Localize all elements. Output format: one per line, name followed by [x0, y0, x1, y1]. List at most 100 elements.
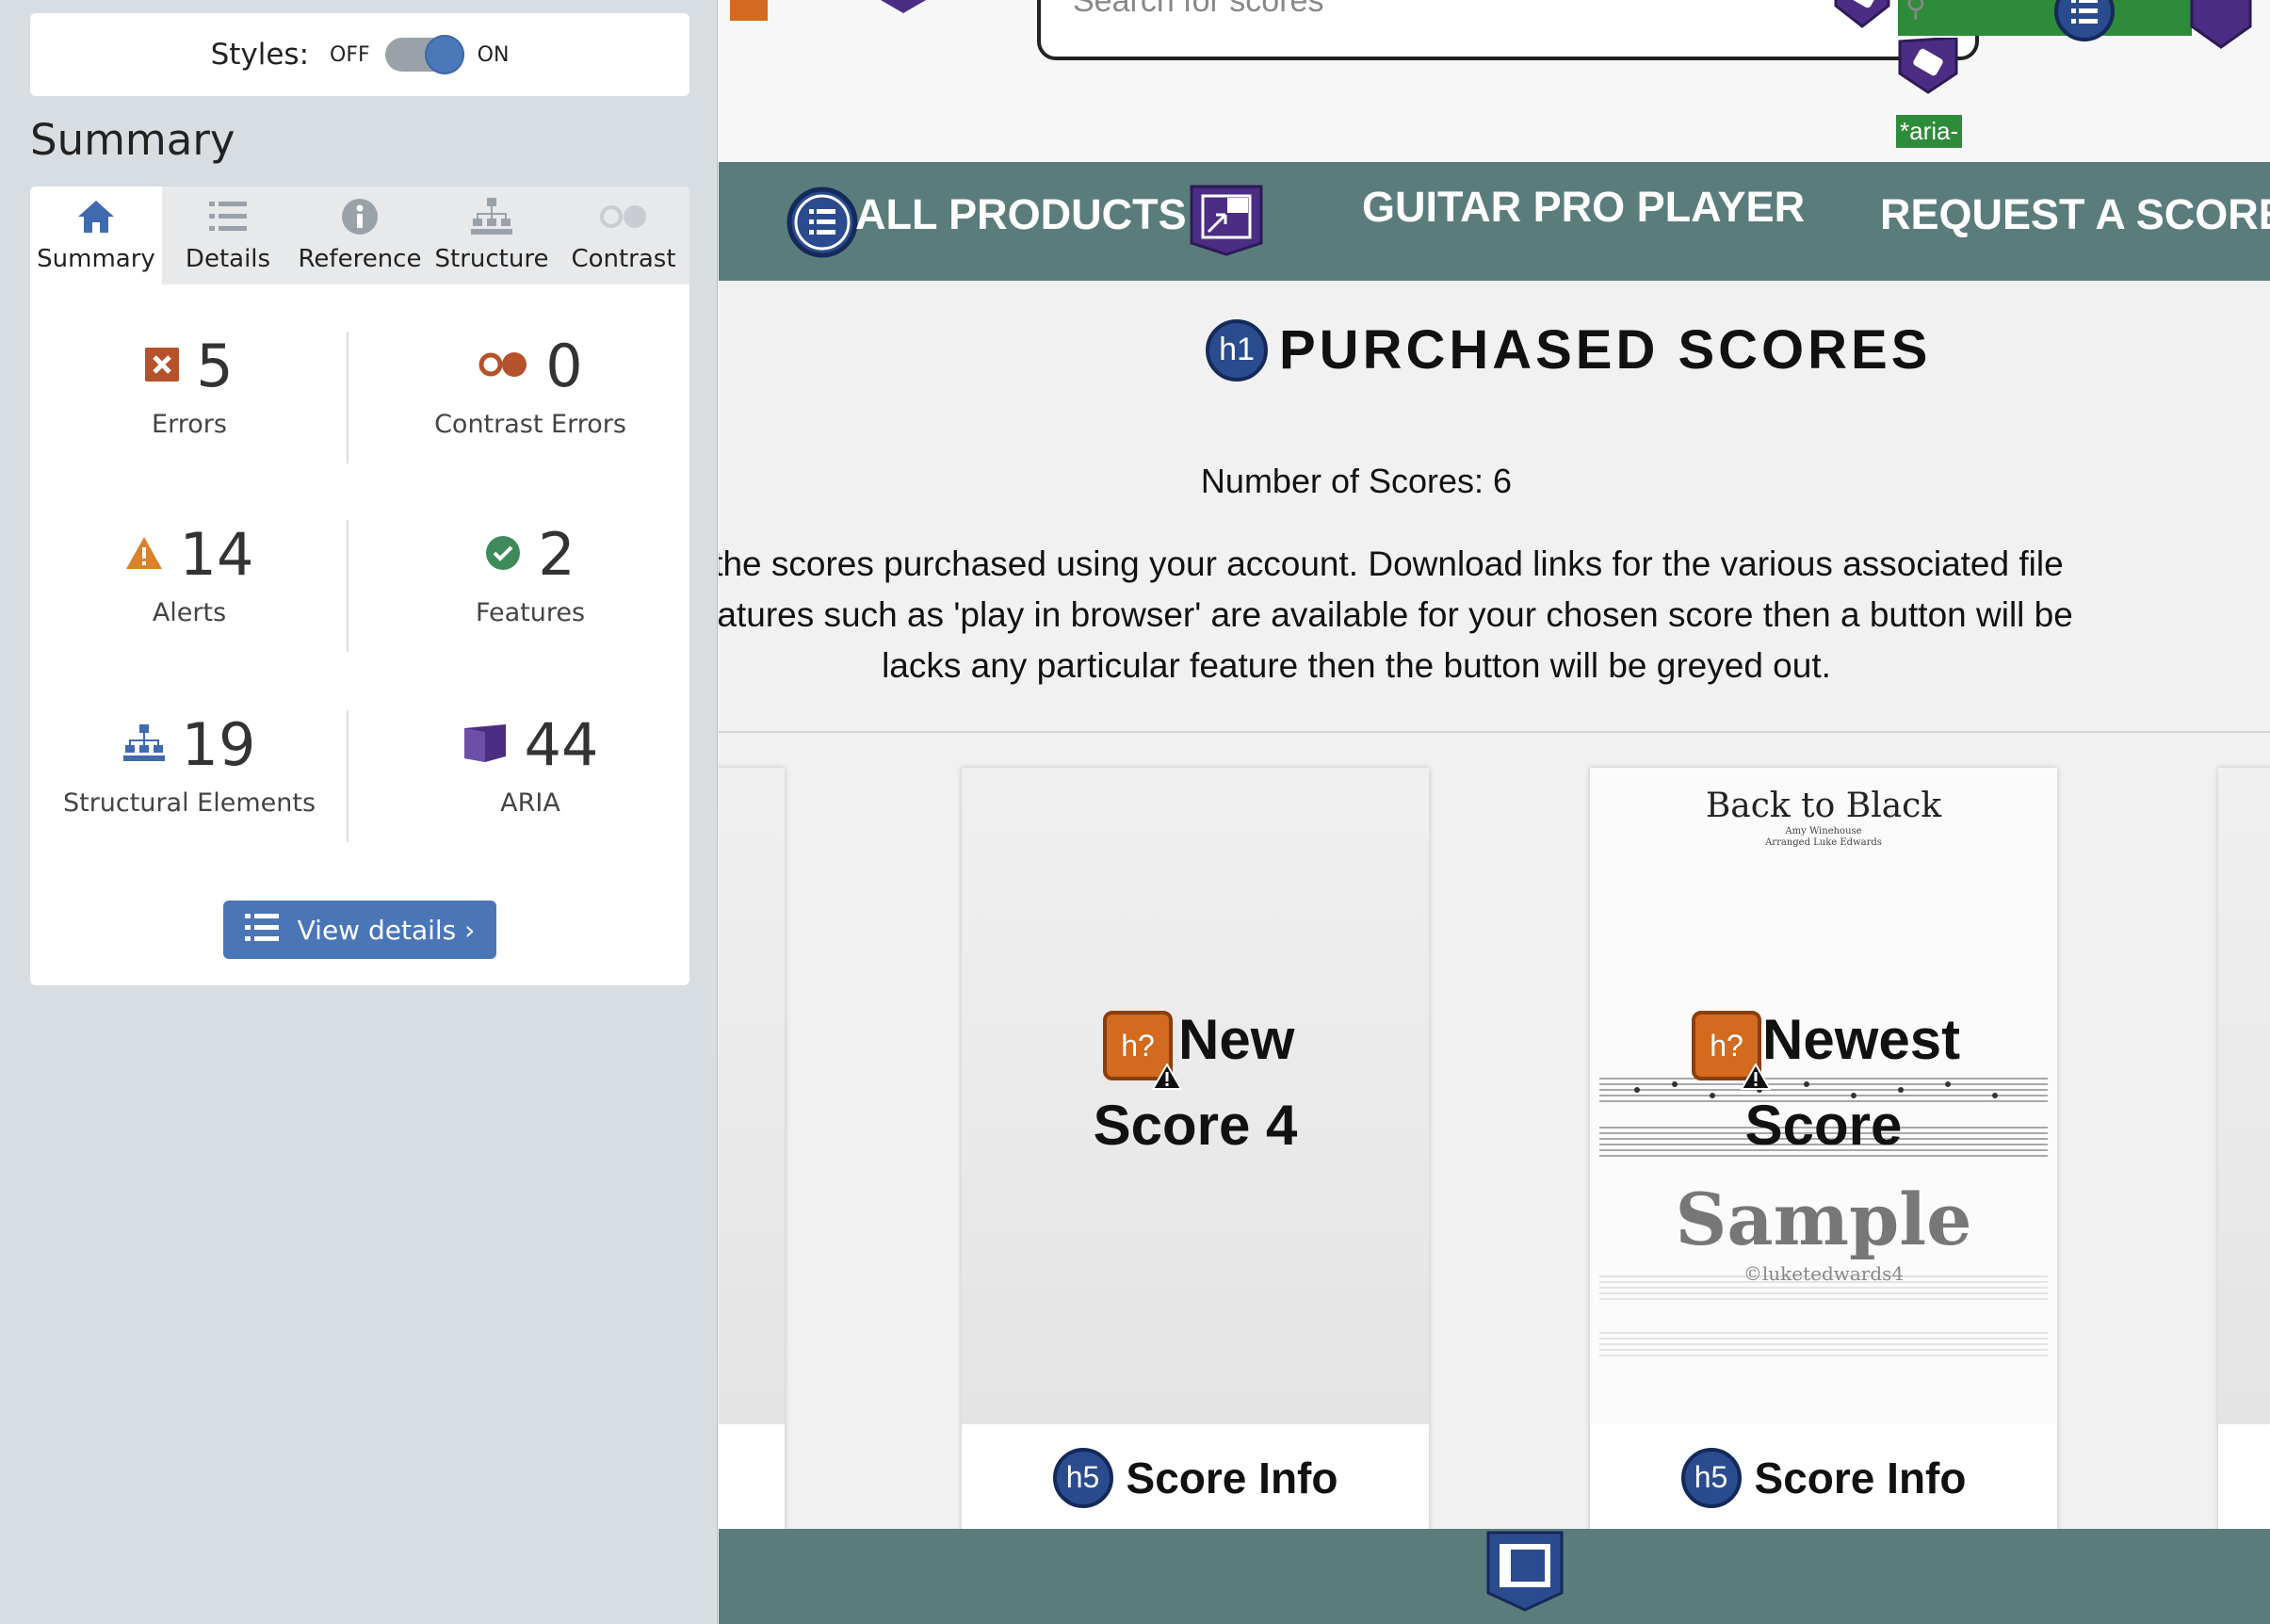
- stats-divider: [347, 520, 349, 652]
- score-card[interactable]: [2218, 768, 2270, 1531]
- tab-summary-label: Summary: [37, 245, 155, 273]
- score-card-footer: [719, 1424, 785, 1531]
- website-content: Search for scores ⚲ *aria- ALL PRODUCTS …: [719, 0, 2270, 1624]
- contrast-icon: [599, 198, 648, 235]
- stat-contrast[interactable]: 0 Contrast Errors: [375, 332, 686, 439]
- contrast-label: Contrast Errors: [434, 410, 626, 439]
- stat-errors[interactable]: 5 Errors: [34, 332, 345, 439]
- watermark-credit: ©luketedwards4: [1743, 1262, 1905, 1285]
- summary-stats: 5 Errors 0 Contrast Errors 14 Alerts 2 F…: [30, 284, 689, 897]
- card-title-line2: Score: [1744, 1094, 1903, 1157]
- toggle-off-label: OFF: [330, 42, 370, 67]
- intro-line-1: ll of the scores purchased using your ac…: [719, 544, 2064, 583]
- list-icon: [244, 912, 279, 949]
- toggle-knob[interactable]: [424, 35, 464, 74]
- sheet-composer: Amy Winehouse: [1785, 826, 1862, 836]
- structural-label: Structural Elements: [62, 788, 316, 818]
- alerts-count: 14: [179, 520, 254, 589]
- site-footer: [719, 1529, 2270, 1624]
- search-placeholder: Search for scores: [1073, 0, 1324, 19]
- home-icon: [76, 198, 116, 235]
- card-title-line1: Newest: [1762, 1008, 1961, 1071]
- error-icon: [145, 347, 180, 385]
- aria-label-tag: *aria-: [1896, 115, 1963, 148]
- alert-badge-icon: [730, 0, 768, 21]
- aria-count: 44: [524, 710, 599, 779]
- search-input[interactable]: Search for scores ⚲: [1037, 0, 2192, 60]
- sheet-arranger: Arranged Luke Edwards: [1765, 837, 1882, 848]
- view-details-button[interactable]: View details ›: [223, 901, 496, 959]
- h-alert-badge-text: h?: [1121, 1028, 1155, 1063]
- stat-alerts[interactable]: 14 Alerts: [34, 520, 345, 627]
- score-card[interactable]: h? New Score 4 h5 Score Info: [962, 768, 1429, 1531]
- number-of-scores: Number of Scores: 6: [1200, 462, 1513, 500]
- section-divider: [719, 731, 2270, 733]
- aria-tag-icon: [2188, 0, 2254, 55]
- score-card-image: [2218, 768, 2270, 1424]
- tab-details-label: Details: [185, 245, 271, 273]
- intro-line-3: lacks any particular feature then the bu…: [882, 646, 1831, 685]
- toggle-on-label: ON: [477, 42, 510, 67]
- list-icon: [209, 198, 247, 235]
- stats-divider: [347, 332, 349, 463]
- sample-watermark: Sample: [1675, 1177, 1972, 1261]
- aria-icon: [462, 723, 508, 768]
- h5-badge: h5: [1052, 1447, 1113, 1508]
- score-card[interactable]: Back to Black Amy Winehouse Arranged Luk…: [1590, 768, 2057, 1531]
- search-icon[interactable]: ⚲: [1905, 0, 1926, 24]
- styles-toggle-card: Styles: OFF ON: [30, 13, 689, 96]
- alert-icon: [125, 536, 163, 574]
- wave-sidebar: Styles: OFF ON Summary Summary Details R…: [0, 0, 718, 1624]
- aria-tag-icon: [874, 0, 932, 19]
- features-label: Features: [475, 598, 586, 627]
- score-info-link[interactable]: Score Info: [1127, 1453, 1338, 1503]
- features-count: 2: [538, 520, 576, 589]
- tab-contrast[interactable]: Contrast: [558, 187, 689, 284]
- aria-label: ARIA: [500, 788, 560, 818]
- tab-reference[interactable]: Reference: [294, 187, 426, 284]
- stat-features[interactable]: 2 Features: [375, 520, 686, 627]
- tab-structure[interactable]: Structure: [426, 187, 558, 284]
- structural-count: 19: [181, 710, 256, 779]
- main-navigation: ALL PRODUCTS GUITAR PRO PLAYER REQUEST A…: [719, 162, 2270, 281]
- score-card-footer: h5 Score Info: [1590, 1424, 2057, 1531]
- aria-tag-icon: [1896, 36, 1960, 98]
- heading-alert-badge: h?: [1103, 1011, 1182, 1090]
- styles-toggle[interactable]: [384, 35, 464, 74]
- stat-structural[interactable]: 19 Structural Elements: [34, 710, 345, 818]
- intro-line-2: . If features such as 'play in browser' …: [719, 595, 2073, 634]
- structure-stat-icon: [122, 723, 165, 766]
- view-details-label: View details ›: [297, 914, 476, 946]
- score-card-image: [719, 768, 785, 1424]
- heading-alert-badge: h?: [1692, 1011, 1771, 1090]
- h-alert-badge-text: h?: [1710, 1028, 1743, 1063]
- stats-divider: [347, 710, 349, 842]
- nav-request-score[interactable]: REQUEST A SCORE: [1880, 190, 2270, 239]
- feature-highlight: [1898, 0, 2192, 36]
- nav-all-products[interactable]: ALL PRODUCTS: [855, 190, 1187, 239]
- contrast-error-icon: [478, 350, 528, 382]
- score-card-footer: [2218, 1424, 2270, 1531]
- score-info-link[interactable]: Score Info: [1755, 1453, 1967, 1503]
- stat-aria[interactable]: 44 ARIA: [375, 710, 686, 818]
- tab-structure-label: Structure: [434, 245, 549, 273]
- errors-count: 5: [196, 332, 234, 400]
- contrast-count: 0: [545, 332, 583, 400]
- page-title-text: PURCHASED SCORES: [1279, 319, 1932, 381]
- site-header: Search for scores ⚲ *aria-: [719, 0, 2270, 165]
- styles-label: Styles:: [210, 38, 310, 72]
- aria-tag-icon: [1832, 0, 1892, 32]
- alerts-label: Alerts: [152, 598, 227, 627]
- tab-details[interactable]: Details: [162, 187, 294, 284]
- tab-reference-label: Reference: [298, 245, 422, 273]
- summary-heading: Summary: [30, 115, 235, 165]
- tab-bar: Summary Details Reference Structure Cont…: [30, 187, 689, 284]
- errors-label: Errors: [152, 410, 227, 439]
- nav-guitar-pro-player[interactable]: GUITAR PRO PLAYER: [1362, 183, 1805, 232]
- score-card[interactable]: [719, 768, 785, 1531]
- card-title-line2: Score 4: [1093, 1094, 1298, 1157]
- aria-popup-icon: [1190, 185, 1263, 260]
- info-icon: [341, 198, 379, 235]
- list-badge-icon: [786, 187, 858, 262]
- tab-summary[interactable]: Summary: [30, 187, 162, 284]
